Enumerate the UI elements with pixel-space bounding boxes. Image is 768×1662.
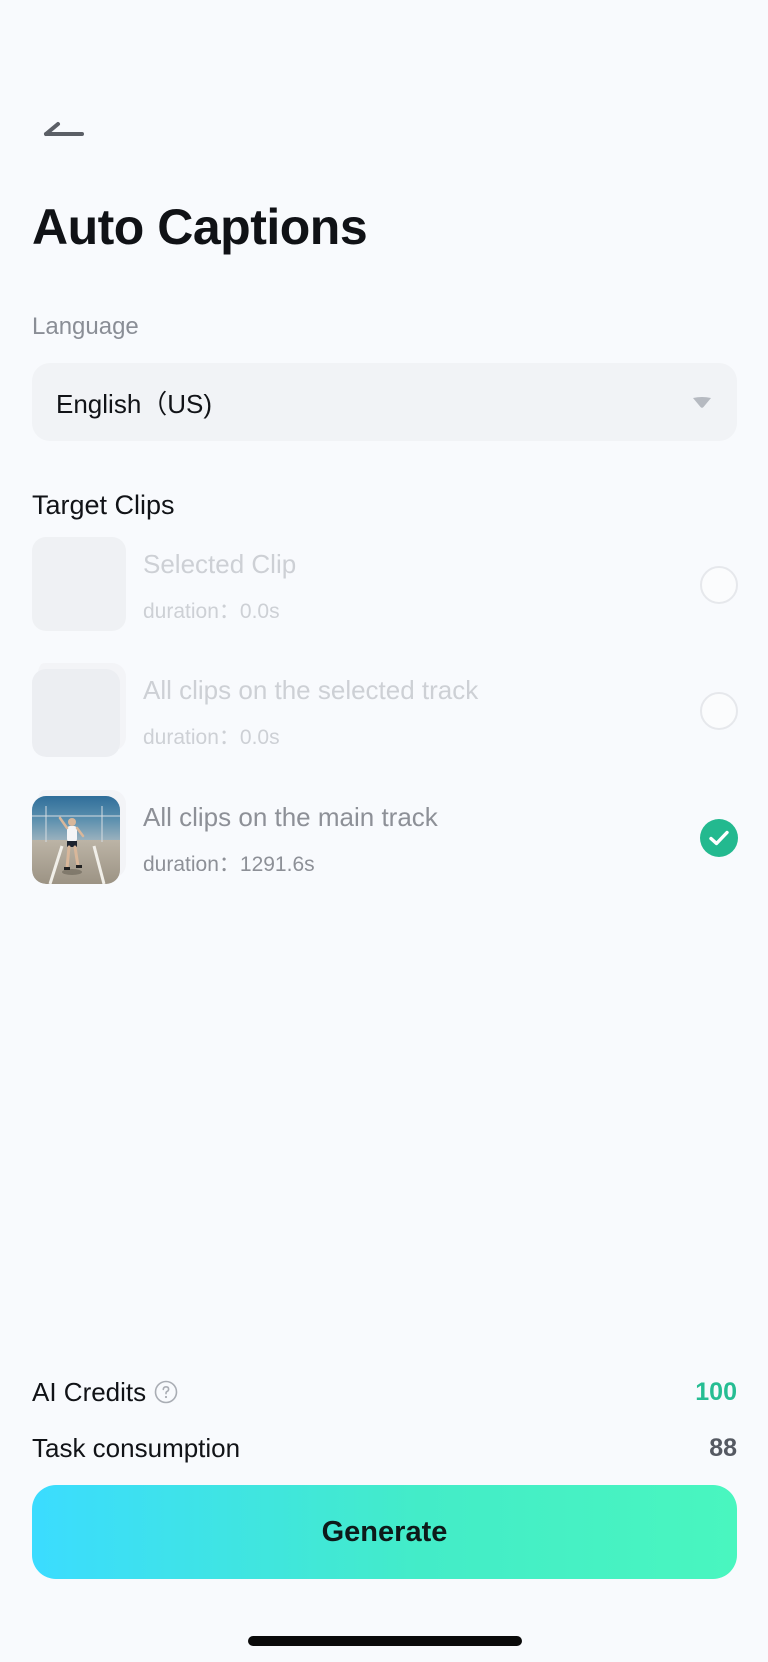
clip-duration: duration：1291.6s <box>143 853 315 876</box>
back-arrow-icon <box>44 122 84 136</box>
clip-thumbnail-stack <box>32 663 126 757</box>
generate-button[interactable]: Generate <box>32 1485 737 1579</box>
ai-credits-value: 100 <box>695 1377 737 1406</box>
target-clips-title: Target Clips <box>32 490 175 520</box>
clip-thumbnail-placeholder <box>32 537 126 631</box>
task-consumption-row: Task consumption 88 <box>32 1430 737 1466</box>
clip-thumbnail-stack <box>32 790 126 884</box>
clip-duration: duration：0.0s <box>143 600 280 623</box>
clip-option-label: All clips on the main track <box>143 802 438 832</box>
runner-photo-thumbnail <box>32 796 120 884</box>
clip-option-selected-clip[interactable]: Selected Clip duration：0.0s <box>32 537 738 631</box>
clip-option-main-track[interactable]: All clips on the main track duration：129… <box>32 790 738 884</box>
clip-option-label: All clips on the selected track <box>143 675 479 705</box>
back-button[interactable] <box>36 118 88 146</box>
clip-option-label: Selected Clip <box>143 549 297 579</box>
caret-down-icon <box>693 397 711 408</box>
radio-button-unchecked[interactable] <box>700 692 738 730</box>
ai-credits-label-group: AI Credits <box>32 1377 178 1408</box>
language-value: English（US) <box>56 388 213 419</box>
task-consumption-label: Task consumption <box>32 1432 241 1463</box>
language-select[interactable]: English（US) <box>32 363 737 441</box>
task-consumption-value: 88 <box>709 1433 737 1462</box>
clip-thumbnail-image <box>32 796 120 884</box>
help-circle-icon[interactable] <box>154 1380 178 1404</box>
checkmark-icon <box>709 830 729 846</box>
page-title: Auto Captions <box>32 199 368 255</box>
radio-button-checked[interactable] <box>700 819 738 857</box>
clip-option-selected-track[interactable]: All clips on the selected track duration… <box>32 663 738 757</box>
ai-credits-label: AI Credits <box>32 1376 147 1407</box>
radio-button-unchecked[interactable] <box>700 566 738 604</box>
clip-duration: duration：0.0s <box>143 726 280 749</box>
home-indicator <box>248 1636 522 1646</box>
ai-credits-row: AI Credits 100 <box>32 1374 737 1410</box>
language-label: Language <box>32 313 139 340</box>
clip-thumbnail-placeholder <box>32 669 120 757</box>
